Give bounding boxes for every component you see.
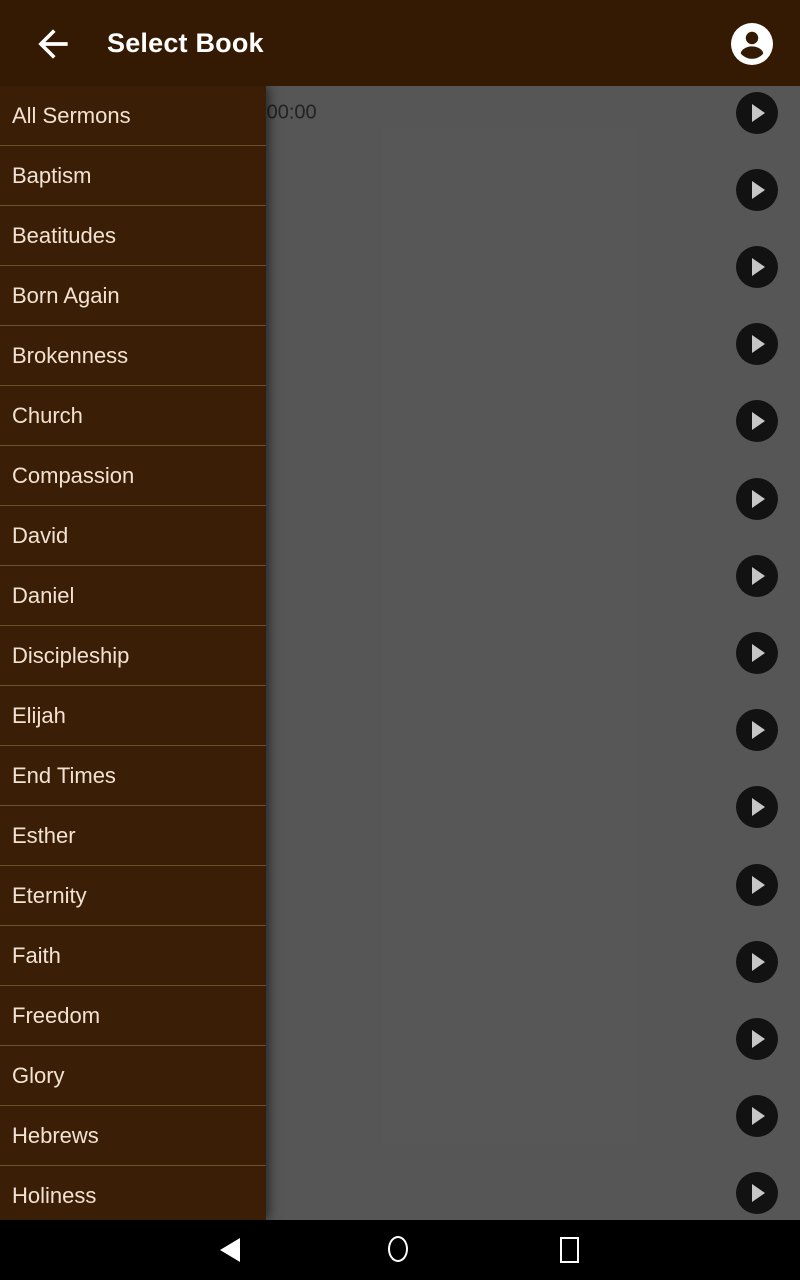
drawer-item-baptism[interactable]: Baptism <box>0 146 266 206</box>
drawer-item-brokenness[interactable]: Brokenness <box>0 326 266 386</box>
drawer-item-label: Church <box>12 402 83 428</box>
drawer-item-discipleship[interactable]: Discipleship <box>0 626 266 686</box>
drawer-item-freedom[interactable]: Freedom <box>0 986 266 1046</box>
drawer-item-label: Holiness <box>12 1182 97 1208</box>
android-navigation-bar <box>0 1220 800 1280</box>
drawer-item-faith[interactable]: Faith <box>0 926 266 986</box>
drawer-item-esther[interactable]: Esther <box>0 806 266 866</box>
nav-back-button[interactable] <box>186 1220 276 1280</box>
drawer-item-label: Brokenness <box>12 342 129 368</box>
drawer-item-compassion[interactable]: Compassion <box>0 446 266 506</box>
drawer-item-label: Eternity <box>12 882 87 908</box>
drawer-item-daniel[interactable]: Daniel <box>0 566 266 626</box>
drawer-item-label: Baptism <box>12 162 92 188</box>
back-triangle-icon <box>220 1238 240 1262</box>
drawer-item-label: Esther <box>12 822 76 848</box>
drawer-item-born-again[interactable]: Born Again <box>0 266 266 326</box>
drawer-item-beatitudes[interactable]: Beatitudes <box>0 206 266 266</box>
drawer-item-hebrews[interactable]: Hebrews <box>0 1106 266 1166</box>
app-bar: Select Book <box>0 0 800 86</box>
page-title: Select Book <box>107 28 264 58</box>
drawer-item-label: Beatitudes <box>12 222 116 248</box>
drawer-item-label: Daniel <box>12 582 75 608</box>
drawer-item-label: Born Again <box>12 282 120 308</box>
navigation-drawer: All Sermons Baptism Beatitudes Born Again Br… <box>0 86 266 1220</box>
back-button[interactable] <box>31 22 75 66</box>
drawer-item-label: Freedom <box>12 1002 101 1028</box>
home-circle-icon <box>388 1236 408 1262</box>
drawer-item-david[interactable]: David <box>0 506 266 566</box>
nav-recents-button[interactable] <box>525 1220 615 1280</box>
account-circle-icon[interactable] <box>728 20 776 68</box>
drawer-item-label: Hebrews <box>12 1122 99 1148</box>
drawer-item-label: Faith <box>12 942 61 968</box>
drawer-item-eternity[interactable]: Eternity <box>0 866 266 926</box>
drawer-item-label: End Times <box>12 762 116 788</box>
drawer-item-church[interactable]: Church <box>0 386 266 446</box>
drawer-item-label: Elijah <box>12 702 66 728</box>
drawer-item-end-times[interactable]: End Times <box>0 746 266 806</box>
drawer-item-elijah[interactable]: Elijah <box>0 686 266 746</box>
app-screen: 1 Corinthians 13 - Part 1 at 00:00rt 1rt… <box>0 0 800 1280</box>
drawer-item-label: David <box>12 522 69 548</box>
nav-home-button[interactable] <box>355 1220 445 1280</box>
drawer-item-all-sermons[interactable]: All Sermons <box>0 86 266 146</box>
drawer-item-holiness[interactable]: Holiness <box>0 1166 266 1220</box>
recents-square-icon <box>560 1237 579 1263</box>
drawer-item-label: Compassion <box>12 462 135 488</box>
drawer-item-glory[interactable]: Glory <box>0 1046 266 1106</box>
drawer-item-label: Discipleship <box>12 642 130 668</box>
drawer-item-label: Glory <box>12 1062 65 1088</box>
drawer-item-label: All Sermons <box>12 102 131 128</box>
